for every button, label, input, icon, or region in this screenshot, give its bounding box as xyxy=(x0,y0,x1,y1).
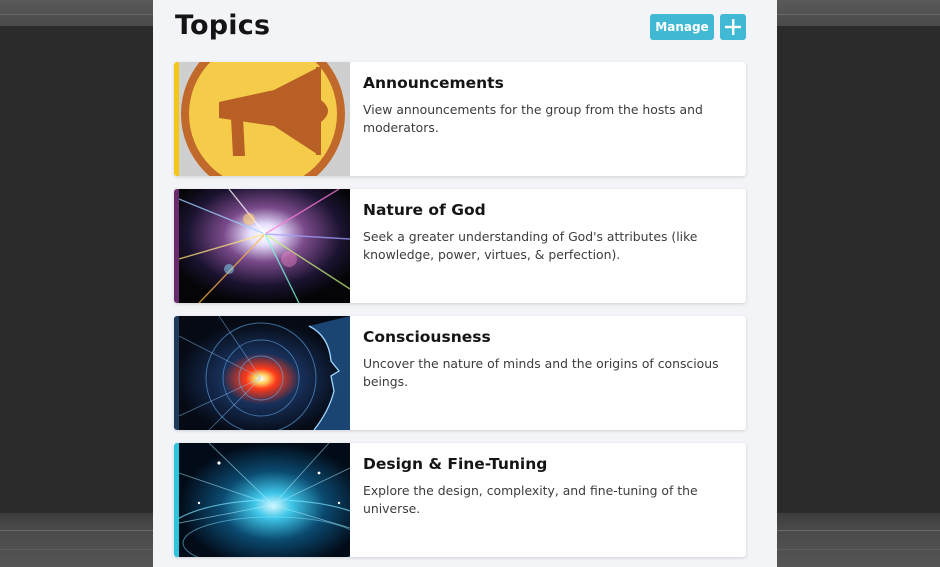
topic-thumbnail xyxy=(179,62,350,176)
topics-panel: Topics Manage Announcements View announc… xyxy=(153,0,777,567)
page-title: Topics xyxy=(175,10,271,41)
topic-card-nature-of-god[interactable]: Nature of God Seek a greater understandi… xyxy=(174,189,746,303)
topic-title: Consciousness xyxy=(363,328,491,346)
manage-button[interactable]: Manage xyxy=(650,14,714,40)
digital-head-image xyxy=(179,316,350,430)
add-topic-button[interactable] xyxy=(720,14,746,40)
topic-thumbnail xyxy=(179,443,350,557)
topic-thumbnail xyxy=(179,189,350,303)
topic-title: Nature of God xyxy=(363,201,486,219)
megaphone-icon xyxy=(179,62,350,176)
topic-card-consciousness[interactable]: Consciousness Uncover the nature of mind… xyxy=(174,316,746,430)
topic-card-design-fine-tuning[interactable]: Design & Fine-Tuning Explore the design,… xyxy=(174,443,746,557)
topic-thumbnail xyxy=(179,316,350,430)
light-burst-image xyxy=(179,189,350,303)
topic-title: Design & Fine-Tuning xyxy=(363,455,548,473)
glowing-universe-image xyxy=(179,443,350,557)
topic-description: Explore the design, complexity, and fine… xyxy=(363,483,698,516)
plus-icon xyxy=(725,19,741,35)
topic-title: Announcements xyxy=(363,74,504,92)
topic-description: Seek a greater understanding of God's at… xyxy=(363,229,698,262)
topic-card-announcements[interactable]: Announcements View announcements for the… xyxy=(174,62,746,176)
topic-description: Uncover the nature of minds and the orig… xyxy=(363,356,719,389)
topic-description: View announcements for the group from th… xyxy=(363,102,703,135)
